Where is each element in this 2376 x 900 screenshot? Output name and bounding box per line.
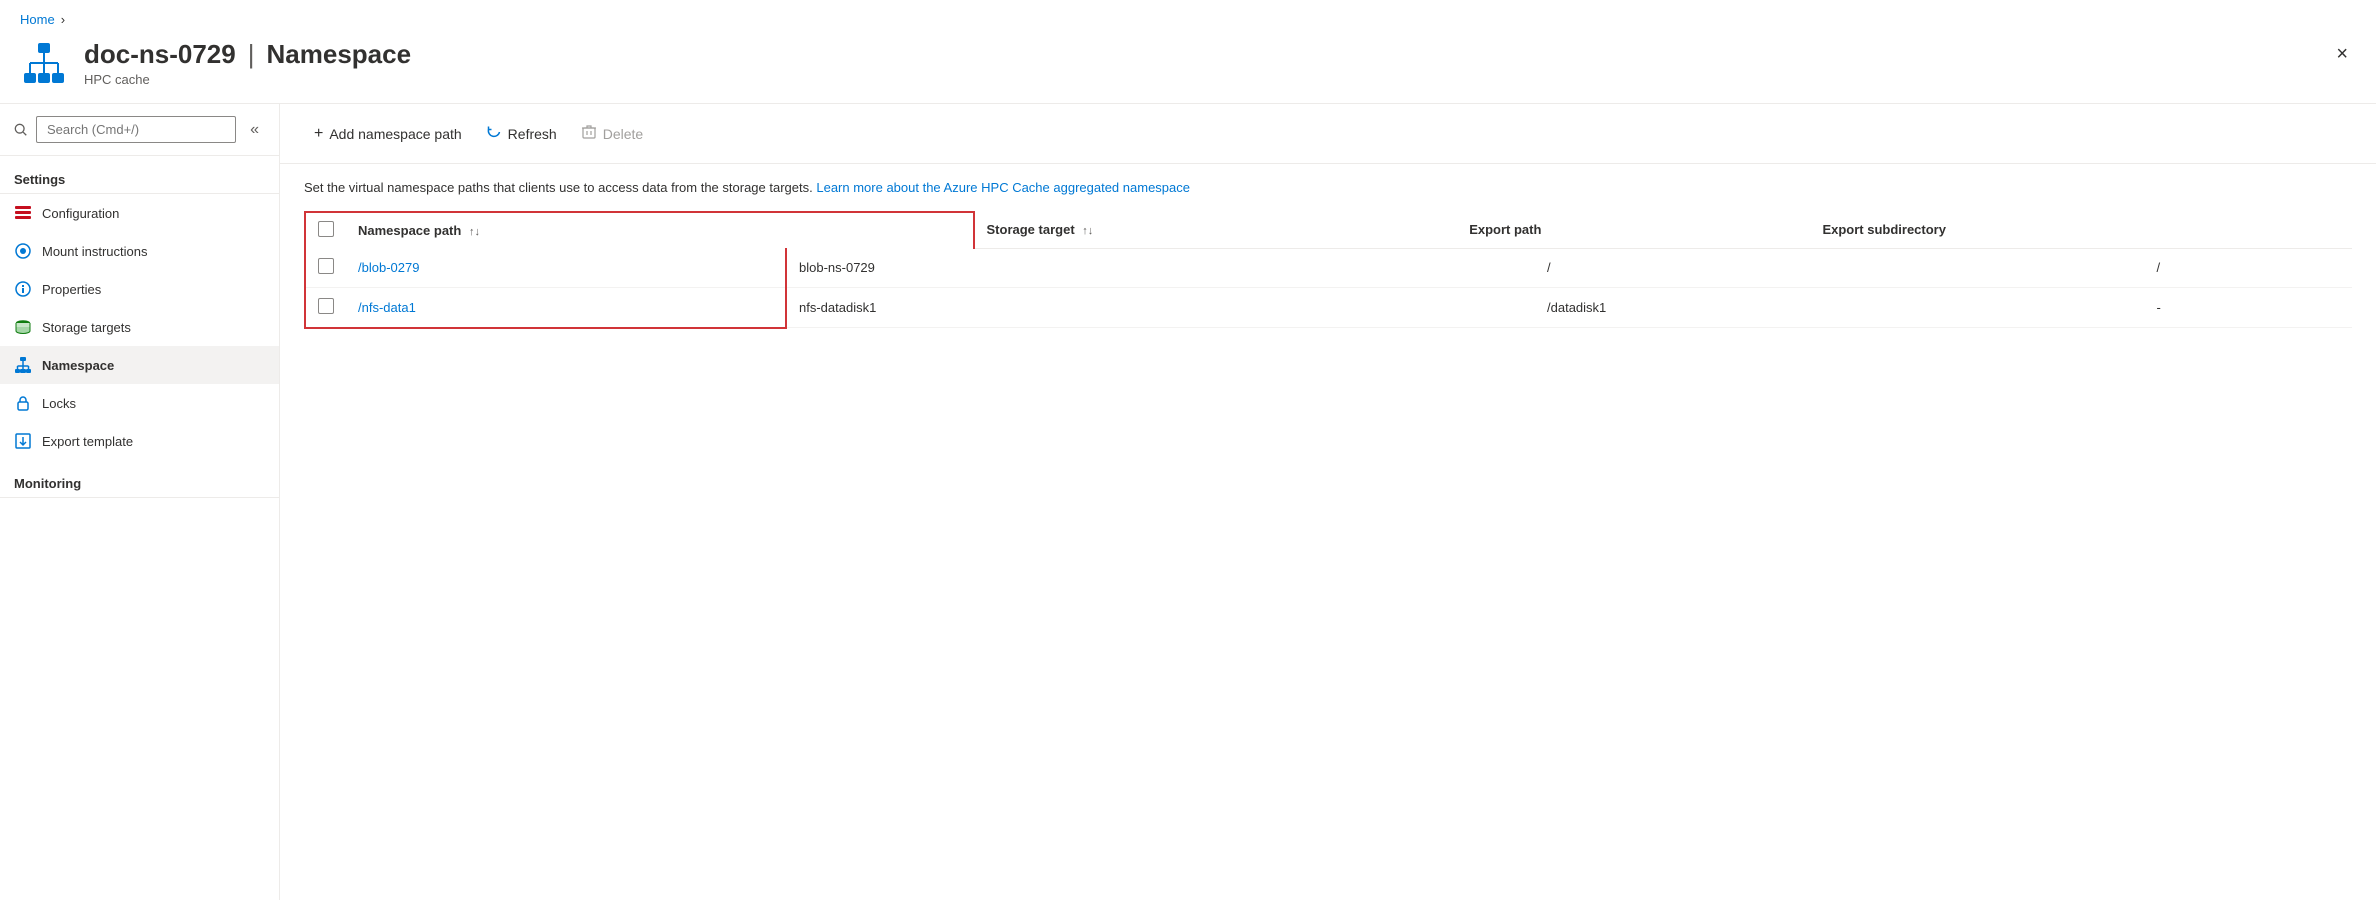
sidebar-item-configuration-label: Configuration — [42, 206, 119, 221]
export-path-header-label: Export path — [1469, 222, 1541, 237]
refresh-label: Refresh — [508, 126, 557, 142]
sidebar-item-properties[interactable]: Properties — [0, 270, 279, 308]
namespace-path-header-end — [882, 212, 974, 248]
namespace-data-table: /blob-0279 blob-ns-0729 / / — [304, 248, 2352, 329]
page-title: doc-ns-0729 | Namespace — [84, 39, 411, 70]
row1-namespace-path: /blob-0279 — [346, 248, 566, 288]
config-icon — [14, 204, 32, 222]
row2-checkbox-cell — [305, 287, 346, 328]
select-all-header — [305, 212, 346, 248]
delete-label: Delete — [603, 126, 643, 142]
namespace-path-header[interactable]: Namespace path ↑↓ — [346, 212, 882, 248]
delete-button[interactable]: Delete — [571, 118, 653, 149]
row1-namespace-link[interactable]: /blob-0279 — [358, 260, 419, 275]
monitoring-section-label: Monitoring — [0, 460, 279, 498]
settings-section-label: Settings — [0, 156, 279, 194]
row2-end-cell — [566, 287, 786, 328]
table-row: /nfs-data1 nfs-datadisk1 /datadisk1 - — [305, 287, 2352, 328]
page-header-left: doc-ns-0729 | Namespace HPC cache — [20, 39, 411, 87]
description: Set the virtual namespace paths that cli… — [280, 164, 2376, 211]
page-title-group: doc-ns-0729 | Namespace HPC cache — [84, 39, 411, 87]
refresh-icon — [486, 124, 502, 143]
sidebar-item-namespace[interactable]: Namespace — [0, 346, 279, 384]
namespace-path-header-label: Namespace path — [358, 223, 461, 238]
delete-icon — [581, 124, 597, 143]
page-subtitle: HPC cache — [84, 72, 411, 87]
content-area: + Add namespace path Refresh — [280, 104, 2376, 900]
search-box-container: « — [0, 104, 279, 156]
row1-storage-target: blob-ns-0729 — [786, 248, 1535, 288]
sidebar-item-namespace-label: Namespace — [42, 358, 114, 373]
row1-checkbox-cell — [305, 248, 346, 288]
search-input[interactable] — [36, 116, 236, 143]
description-text: Set the virtual namespace paths that cli… — [304, 180, 813, 195]
row1-checkbox[interactable] — [318, 258, 334, 274]
storage-target-header[interactable]: Storage target ↑↓ — [974, 212, 1458, 248]
export-subdirectory-header: Export subdirectory — [1810, 212, 2352, 248]
storage-target-sort-icon: ↑↓ — [1082, 225, 1093, 237]
row2-checkbox[interactable] — [318, 298, 334, 314]
row2-namespace-path: /nfs-data1 — [346, 287, 566, 328]
search-icon — [14, 123, 28, 137]
page-title-suffix: Namespace — [267, 39, 412, 70]
namespace-path-sort-icon: ↑↓ — [469, 226, 480, 238]
storage-target-header-label: Storage target — [987, 222, 1075, 237]
table-body-wrapper: /blob-0279 blob-ns-0729 / / — [304, 248, 2352, 329]
sidebar-item-storage-label: Storage targets — [42, 320, 131, 335]
plus-icon: + — [314, 125, 323, 143]
export-path-header: Export path — [1457, 212, 1810, 248]
mount-icon — [14, 242, 32, 260]
table-container: Namespace path ↑↓ Storage target ↑↓ Expo… — [280, 211, 2376, 353]
breadcrumb: Home › — [0, 0, 2376, 31]
row1-export-subdirectory: / — [2145, 248, 2353, 288]
sidebar-item-mount-instructions[interactable]: Mount instructions — [0, 232, 279, 270]
row1-end-cell — [566, 248, 786, 288]
namespace-icon — [20, 39, 68, 87]
locks-icon — [14, 394, 32, 412]
export-icon — [14, 432, 32, 450]
row2-export-subdirectory: - — [2145, 287, 2353, 328]
breadcrumb-home[interactable]: Home — [20, 12, 55, 27]
toolbar: + Add namespace path Refresh — [280, 104, 2376, 164]
add-namespace-path-button[interactable]: + Add namespace path — [304, 119, 472, 149]
sidebar-item-mount-label: Mount instructions — [42, 244, 148, 259]
page-title-divider: | — [248, 39, 255, 70]
row2-namespace-link[interactable]: /nfs-data1 — [358, 300, 416, 315]
properties-icon — [14, 280, 32, 298]
sidebar: « Settings Configuration — [0, 104, 280, 900]
row1-export-path: / — [1535, 248, 2144, 288]
page-title-prefix: doc-ns-0729 — [84, 39, 236, 70]
main-layout: « Settings Configuration — [0, 103, 2376, 900]
learn-more-link[interactable]: Learn more about the Azure HPC Cache agg… — [816, 180, 1190, 195]
sidebar-item-export-template[interactable]: Export template — [0, 422, 279, 460]
sidebar-item-locks[interactable]: Locks — [0, 384, 279, 422]
table-header-row: Namespace path ↑↓ Storage target ↑↓ Expo… — [305, 212, 2352, 248]
add-namespace-path-label: Add namespace path — [329, 126, 461, 142]
sidebar-item-properties-label: Properties — [42, 282, 101, 297]
sidebar-item-export-label: Export template — [42, 434, 133, 449]
sidebar-item-storage-targets[interactable]: Storage targets — [0, 308, 279, 346]
sidebar-item-locks-label: Locks — [42, 396, 76, 411]
storage-icon — [14, 318, 32, 336]
app-container: Home › doc-ns-0729 | Namespace — [0, 0, 2376, 900]
table-row: /blob-0279 blob-ns-0729 / / — [305, 248, 2352, 288]
export-subdirectory-header-label: Export subdirectory — [1822, 222, 1946, 237]
select-all-checkbox[interactable] — [318, 221, 334, 237]
sidebar-item-configuration[interactable]: Configuration — [0, 194, 279, 232]
row2-export-path: /datadisk1 — [1535, 287, 2144, 328]
breadcrumb-separator: › — [61, 12, 65, 27]
collapse-button[interactable]: « — [244, 117, 265, 143]
close-button[interactable]: × — [2328, 39, 2356, 70]
page-header: doc-ns-0729 | Namespace HPC cache × — [0, 31, 2376, 103]
refresh-button[interactable]: Refresh — [476, 118, 567, 149]
namespace-table: Namespace path ↑↓ Storage target ↑↓ Expo… — [304, 211, 2352, 249]
row2-storage-target: nfs-datadisk1 — [786, 287, 1535, 328]
namespace-sidebar-icon — [14, 356, 32, 374]
